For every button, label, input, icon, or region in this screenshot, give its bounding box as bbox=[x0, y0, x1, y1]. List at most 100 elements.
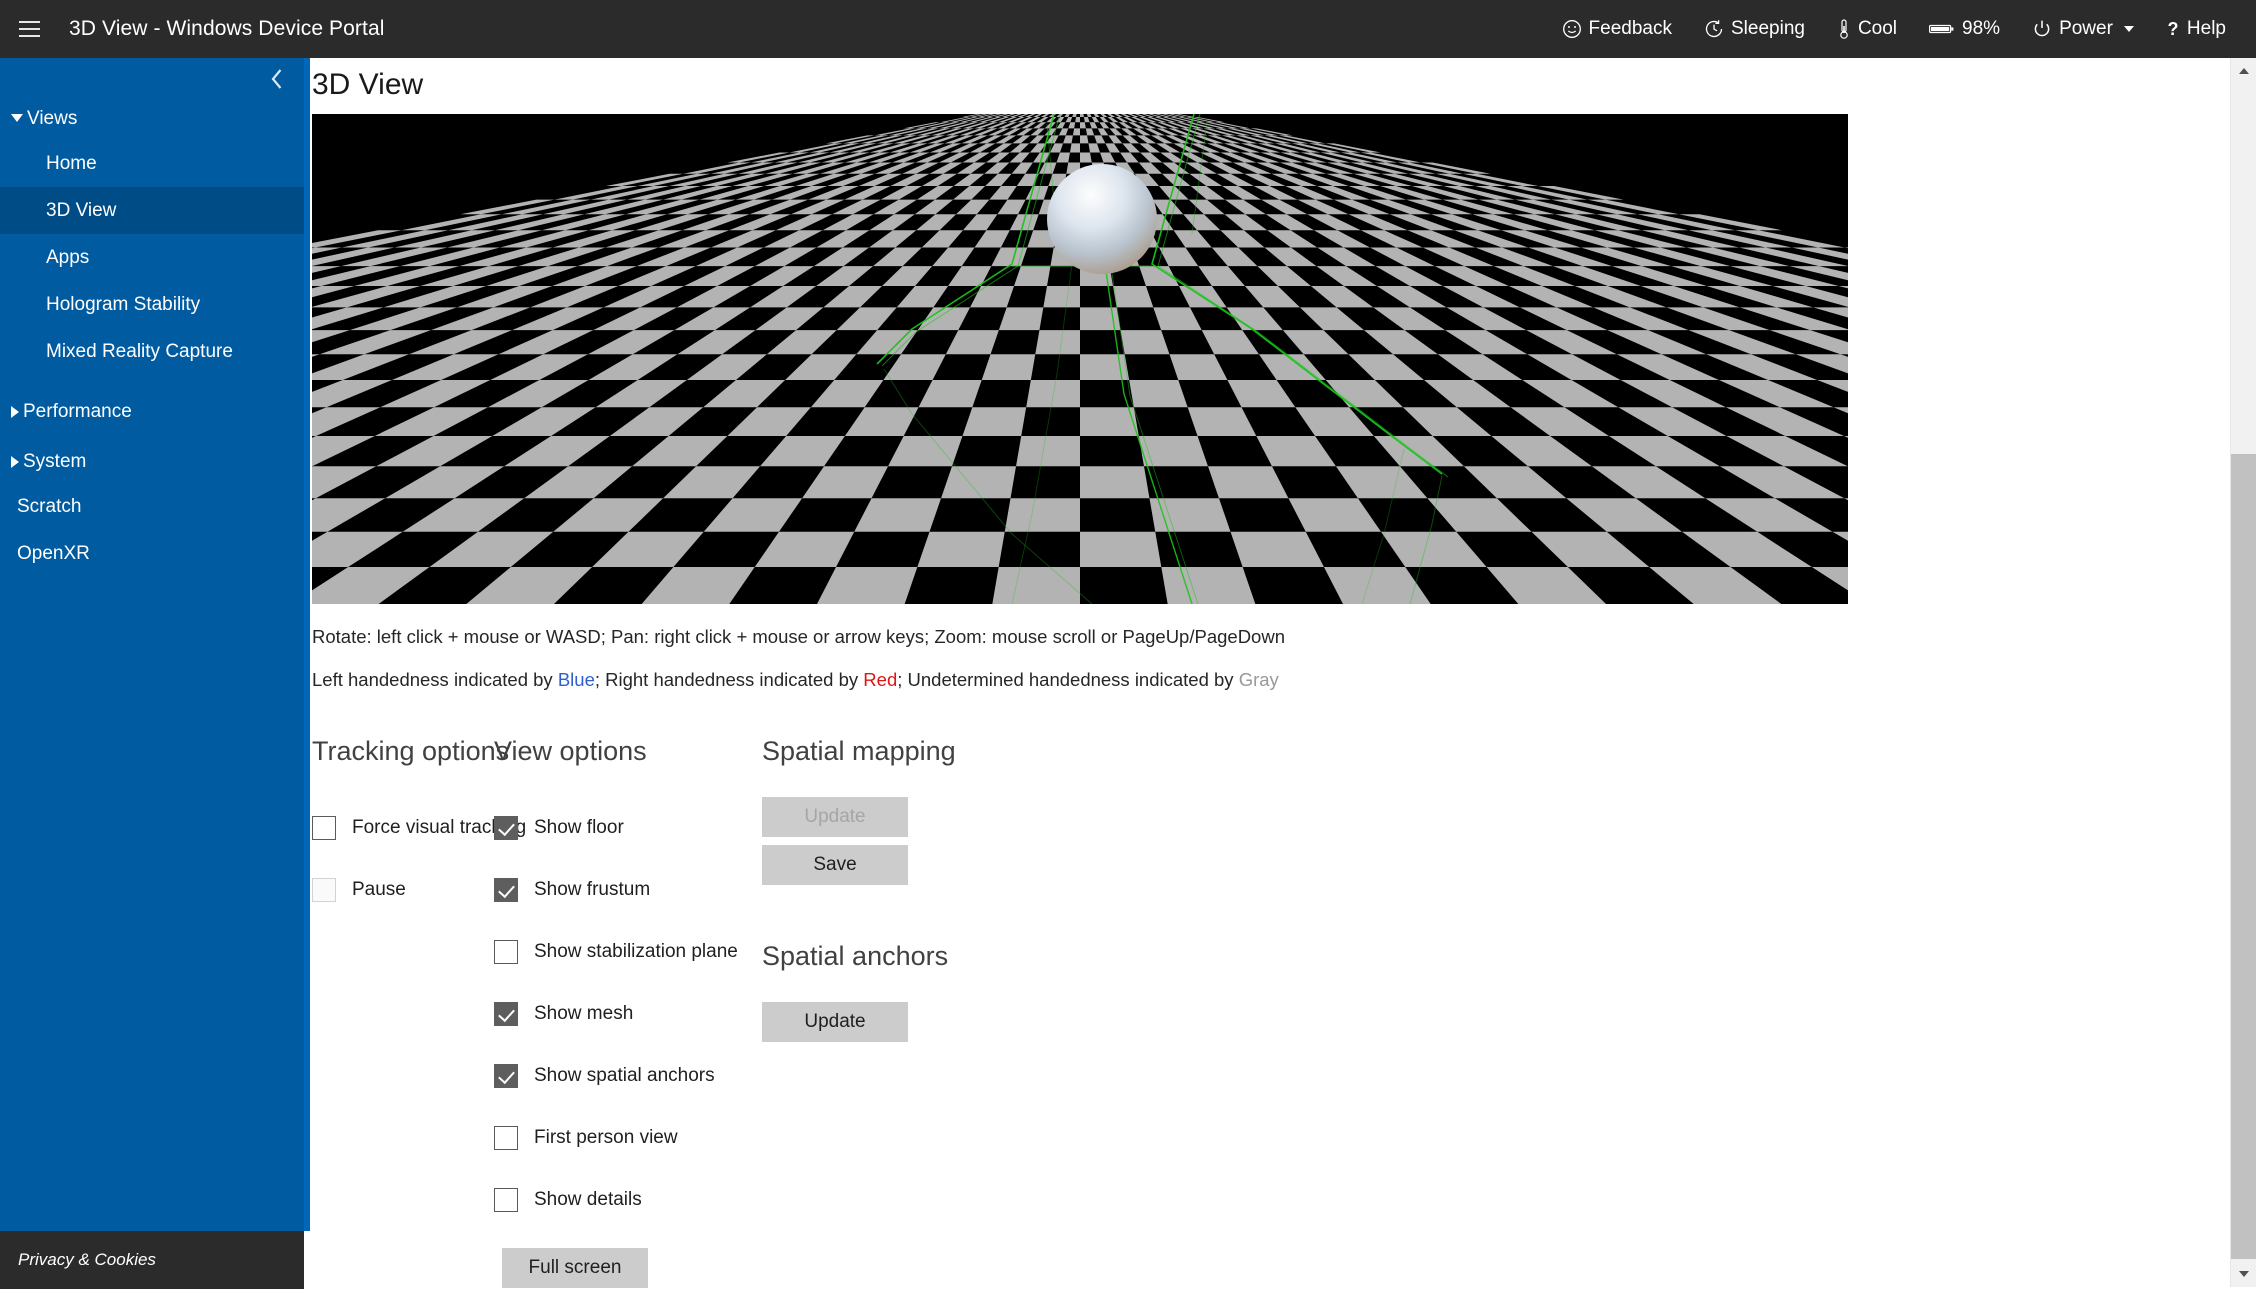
checkbox-label: Show stabilization plane bbox=[534, 941, 738, 963]
help-label: Help bbox=[2187, 18, 2226, 40]
handedness-blue: Blue bbox=[558, 669, 595, 690]
tracking-options-heading: Tracking options bbox=[312, 736, 494, 767]
options-panels: Tracking options Force visual tracking P… bbox=[312, 736, 2246, 1288]
privacy-cookies-link[interactable]: Privacy & Cookies bbox=[18, 1250, 156, 1270]
thermometer-icon bbox=[1837, 18, 1851, 40]
checkbox-box-icon[interactable] bbox=[494, 1126, 518, 1150]
checkbox-pause[interactable]: Pause bbox=[312, 859, 494, 921]
checkbox-label: Show floor bbox=[534, 817, 624, 839]
sidebar-group-label: System bbox=[23, 451, 86, 473]
sidebar-item-label: Scratch bbox=[17, 496, 81, 518]
temperature-label: Cool bbox=[1858, 18, 1897, 40]
sidebar-item-label: Apps bbox=[46, 247, 89, 269]
view-options-heading: View options bbox=[494, 736, 762, 767]
checkbox-show-stabilization-plane[interactable]: Show stabilization plane bbox=[494, 921, 762, 983]
sidebar-item-hologram-stability[interactable]: Hologram Stability bbox=[0, 281, 304, 328]
controls-hint: Rotate: left click + mouse or WASD; Pan:… bbox=[312, 626, 2246, 648]
sidebar-group-system[interactable]: System bbox=[0, 441, 304, 483]
checkbox-label: Show spatial anchors bbox=[534, 1065, 715, 1087]
checkbox-box-icon[interactable] bbox=[494, 1188, 518, 1212]
sidebar-item-3d-view[interactable]: 3D View bbox=[0, 187, 304, 234]
checkbox-show-details[interactable]: Show details bbox=[494, 1169, 762, 1231]
checkbox-box-icon[interactable] bbox=[494, 816, 518, 840]
spatial-anchors-heading: Spatial anchors bbox=[762, 941, 1162, 972]
checkbox-show-frustum[interactable]: Show frustum bbox=[494, 859, 762, 921]
spatial-anchors-update-button[interactable]: Update bbox=[762, 1002, 908, 1042]
handedness-part1: Left handedness indicated by bbox=[312, 669, 558, 690]
power-menu-button[interactable]: Power bbox=[2016, 0, 2150, 58]
scroll-down-arrow-icon[interactable] bbox=[2231, 1261, 2256, 1287]
checkbox-first-person-view[interactable]: First person view bbox=[494, 1107, 762, 1169]
svg-text:?: ? bbox=[2167, 19, 2178, 39]
checkbox-box-icon[interactable] bbox=[312, 816, 336, 840]
checkbox-label: First person view bbox=[534, 1127, 678, 1149]
top-bar-status-group: Feedback Sleeping Cool 98% Power bbox=[1546, 0, 2256, 58]
checkbox-box-icon[interactable] bbox=[494, 1002, 518, 1026]
tracking-options-column: Tracking options Force visual tracking P… bbox=[312, 736, 494, 1288]
sidebar-item-label: OpenXR bbox=[17, 543, 90, 565]
chevron-down-icon bbox=[2124, 26, 2134, 32]
sidebar-item-apps[interactable]: Apps bbox=[0, 234, 304, 281]
checkbox-label: Show frustum bbox=[534, 879, 650, 901]
battery-icon bbox=[1929, 22, 1955, 36]
handedness-red: Red bbox=[863, 669, 897, 690]
checkbox-box-icon[interactable] bbox=[494, 1064, 518, 1088]
app-title: 3D View - Windows Device Portal bbox=[69, 17, 385, 41]
checkbox-box-icon[interactable] bbox=[494, 878, 518, 902]
3d-scene-viewport[interactable] bbox=[312, 114, 1848, 604]
sidebar-group-label: Performance bbox=[23, 401, 132, 423]
triangle-right-icon bbox=[11, 406, 19, 418]
checkbox-show-mesh[interactable]: Show mesh bbox=[494, 983, 762, 1045]
page-title: 3D View bbox=[312, 68, 2246, 102]
help-button[interactable]: ? Help bbox=[2150, 0, 2242, 58]
feedback-label: Feedback bbox=[1589, 18, 1672, 40]
temperature-indicator[interactable]: Cool bbox=[1821, 0, 1913, 58]
scroll-up-arrow-icon[interactable] bbox=[2231, 58, 2256, 84]
handedness-hint: Left handedness indicated by Blue; Right… bbox=[312, 669, 2246, 691]
power-icon bbox=[2032, 19, 2052, 39]
sidebar-item-scratch[interactable]: Scratch bbox=[0, 483, 304, 530]
3d-scene-canvas bbox=[312, 114, 1848, 604]
handedness-part2: ; Right handedness indicated by bbox=[595, 669, 863, 690]
checkbox-box-icon[interactable] bbox=[494, 940, 518, 964]
sidebar-nav-list: Views Home 3D View Apps Hologram Stabili… bbox=[0, 98, 304, 577]
checkbox-box-icon[interactable] bbox=[312, 878, 336, 902]
triangle-down-icon bbox=[11, 114, 23, 122]
main-content: 3D View bbox=[310, 58, 2246, 1287]
spatial-mapping-heading: Spatial mapping bbox=[762, 736, 1162, 767]
page-scrollbar[interactable] bbox=[2230, 58, 2256, 1287]
clock-sleep-icon bbox=[1704, 19, 1724, 39]
checkbox-label: Pause bbox=[352, 879, 406, 901]
smiley-face-icon bbox=[1562, 19, 1582, 39]
view-options-column: View options Show floor Show frustum Sho… bbox=[494, 736, 762, 1288]
battery-indicator[interactable]: 98% bbox=[1913, 0, 2016, 58]
battery-label: 98% bbox=[1962, 18, 2000, 40]
sidebar-collapse-chevron-left-icon[interactable] bbox=[264, 66, 290, 92]
sidebar-item-label: Mixed Reality Capture bbox=[46, 341, 233, 363]
sidebar-item-label: Home bbox=[46, 153, 97, 175]
sidebar-item-openxr[interactable]: OpenXR bbox=[0, 530, 304, 577]
scrollbar-thumb[interactable] bbox=[2231, 454, 2256, 1259]
spatial-column: Spatial mapping Update Save Spatial anch… bbox=[762, 736, 1162, 1288]
spatial-mapping-save-button[interactable]: Save bbox=[762, 845, 908, 885]
hamburger-menu-icon[interactable] bbox=[0, 0, 58, 58]
sidebar-item-home[interactable]: Home bbox=[0, 140, 304, 187]
spatial-mapping-update-button[interactable]: Update bbox=[762, 797, 908, 837]
sidebar-group-performance[interactable]: Performance bbox=[0, 391, 304, 433]
sidebar-item-label: Hologram Stability bbox=[46, 294, 200, 316]
sleep-state-indicator[interactable]: Sleeping bbox=[1688, 0, 1821, 58]
sidebar-item-mixed-reality-capture[interactable]: Mixed Reality Capture bbox=[0, 328, 304, 375]
feedback-button[interactable]: Feedback bbox=[1546, 0, 1688, 58]
hologram-sphere bbox=[1047, 164, 1157, 274]
sidebar-item-label: 3D View bbox=[46, 200, 116, 222]
checkbox-label: Show details bbox=[534, 1189, 642, 1211]
checkbox-force-visual-tracking[interactable]: Force visual tracking bbox=[312, 797, 494, 859]
handedness-gray: Gray bbox=[1239, 669, 1279, 690]
sleep-state-label: Sleeping bbox=[1731, 18, 1805, 40]
checkbox-show-floor[interactable]: Show floor bbox=[494, 797, 762, 859]
checkbox-show-spatial-anchors[interactable]: Show spatial anchors bbox=[494, 1045, 762, 1107]
sidebar-navigation: Views Home 3D View Apps Hologram Stabili… bbox=[0, 58, 304, 1231]
triangle-right-icon bbox=[11, 456, 19, 468]
sidebar-group-views[interactable]: Views bbox=[0, 98, 304, 140]
full-screen-button[interactable]: Full screen bbox=[502, 1248, 648, 1288]
